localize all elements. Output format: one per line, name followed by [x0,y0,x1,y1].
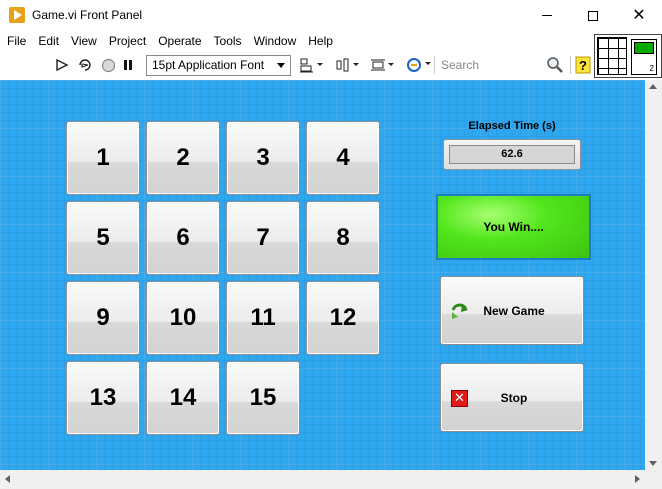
help-icon[interactable]: ? [574,56,592,74]
font-selector[interactable]: 15pt Application Font [146,55,291,76]
win-indicator-text: You Win.... [483,220,544,234]
menu-tools[interactable]: Tools [208,31,248,51]
window-title: Game.vi Front Panel [32,8,143,22]
tile-button[interactable]: 13 [66,361,140,435]
maximize-icon [588,10,598,21]
tile-button[interactable]: 1 [66,121,140,195]
pause-icon[interactable] [121,56,135,74]
elapsed-time-indicator: 62.6 [443,139,581,170]
distribute-icon[interactable] [334,56,362,74]
chevron-down-icon [277,63,285,68]
scroll-right-icon[interactable] [635,475,640,483]
new-game-button[interactable]: New Game [440,276,584,345]
menu-edit[interactable]: Edit [32,31,65,51]
scroll-left-icon[interactable] [5,475,10,483]
horizontal-scrollbar[interactable] [0,470,645,489]
tile-button[interactable]: 8 [306,201,380,275]
font-selector-value: 15pt Application Font [152,58,265,72]
menu-file[interactable]: File [0,31,32,51]
toolbar: 15pt Application Font Search ? [0,51,592,79]
stop-button[interactable]: ✕ Stop [440,363,584,432]
monitor-icon [634,42,654,54]
scrollbar-corner [645,470,662,489]
scroll-down-icon[interactable] [649,461,657,466]
toolbar-separator [434,56,435,74]
win-indicator: You Win.... [436,194,591,260]
scroll-up-icon[interactable] [649,84,657,89]
close-icon: ✕ [632,6,646,24]
tile-button[interactable]: 5 [66,201,140,275]
stop-label: Stop [500,390,528,405]
menu-operate[interactable]: Operate [152,31,207,51]
tile-button[interactable]: 12 [306,281,380,355]
tile-button[interactable]: 3 [226,121,300,195]
new-game-label: New Game [483,303,545,318]
menu-window[interactable]: Window [248,31,303,51]
vertical-scrollbar[interactable] [645,80,662,470]
close-button[interactable]: ✕ [616,0,662,31]
connector-pane[interactable]: 2 [594,34,662,78]
tile-button[interactable]: 11 [226,281,300,355]
labview-app-icon [9,7,25,23]
tile-button[interactable]: 2 [146,121,220,195]
tile-button[interactable]: 4 [306,121,380,195]
elapsed-time-label: Elapsed Time (s) [468,120,556,132]
front-panel: 1 2 3 4 5 6 7 8 9 10 11 12 13 14 15 Elap… [0,80,645,470]
minimize-button[interactable] [524,0,570,31]
tile-button[interactable]: 14 [146,361,220,435]
toolbar-separator [570,56,571,74]
menu-view[interactable]: View [65,31,103,51]
tile-button[interactable]: 6 [146,201,220,275]
tile-button[interactable]: 7 [226,201,300,275]
search-icon[interactable] [545,56,565,74]
tile-button[interactable]: 15 [226,361,300,435]
align-icon[interactable] [298,56,326,74]
maximize-button[interactable] [570,0,616,31]
vi-icon-number: 2 [649,64,654,73]
svg-text:?: ? [579,58,587,73]
reorder-icon[interactable] [405,56,435,74]
run-arrow-icon[interactable] [54,56,70,74]
run-continuously-icon[interactable] [76,56,94,74]
title-bar: Game.vi Front Panel ✕ [0,0,662,31]
menu-bar: File Edit View Project Operate Tools Win… [0,31,592,51]
elapsed-time-value: 62.6 [449,145,575,164]
minimize-icon [542,15,552,16]
abort-icon[interactable] [100,56,116,74]
resize-icon[interactable] [369,56,397,74]
menu-project[interactable]: Project [103,31,152,51]
tile-button[interactable]: 10 [146,281,220,355]
menu-help[interactable]: Help [302,31,339,51]
vi-icon[interactable]: 2 [631,39,657,75]
tile-button[interactable]: 9 [66,281,140,355]
connector-grid [597,37,627,75]
